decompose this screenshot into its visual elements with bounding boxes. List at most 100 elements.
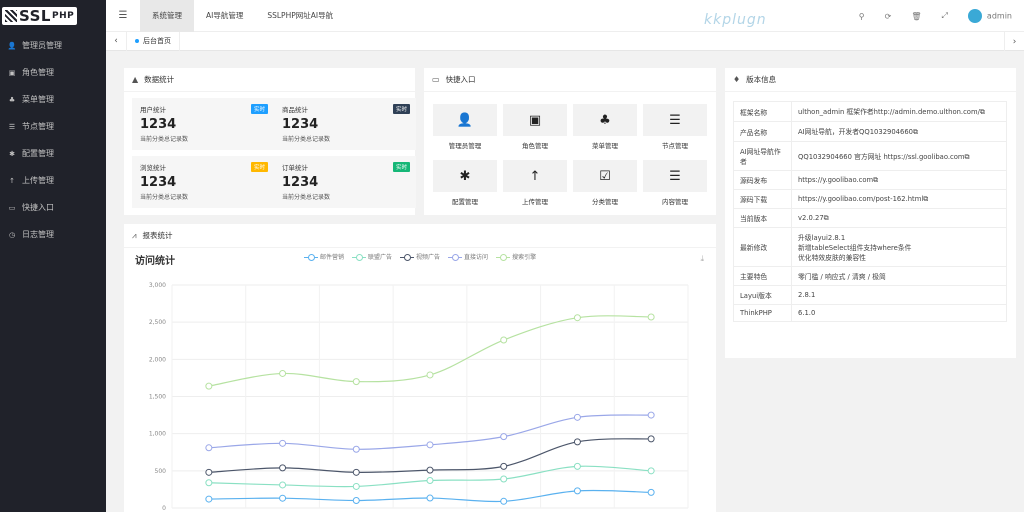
version-table: 框架名称 ulthon_admin 框架作者http://admin.demo.u…	[733, 101, 1007, 322]
stat-value: 1234	[282, 117, 319, 132]
y-tick-label: 1,000	[149, 431, 166, 438]
active-dot	[135, 39, 139, 43]
data-point	[279, 369, 287, 377]
stat-card: 浏览统计 实时 1234 当前分类总记录数	[132, 156, 274, 208]
version-row: 主要特色 零门槛 / 响应式 / 清爽 / 极简	[733, 266, 1007, 286]
data-point	[573, 462, 581, 470]
quick-entry-1[interactable]: ▣ 角色管理	[503, 104, 567, 154]
version-key: 最新修改	[733, 227, 792, 267]
quick-entry-label: 角色管理	[522, 142, 548, 150]
version-row: AI网址导航作者 QQ1032904660 官方网址 https://ssl.go…	[733, 141, 1007, 171]
report-card: ⩘ 报表统计 访问统计 邮件营销 联盟广告 视频广告 直接访问 搜索引擎 ⤓ 0 500 1,…	[124, 224, 716, 512]
stat-desc: 当前分类总记录数	[140, 136, 189, 143]
header-tools: ⚲ ⟳ 🗑 ⤢ admin	[859, 0, 1012, 32]
sidebar-item-3[interactable]: ☰ 节点管理	[0, 113, 106, 140]
stat-title: 用户统计	[140, 106, 166, 114]
stat-card: 用户统计 实时 1234 当前分类总记录数	[132, 98, 274, 150]
watermark: kkplugn	[704, 12, 767, 28]
data-point	[352, 378, 360, 386]
menu-toggle-icon[interactable]: ☰	[106, 0, 140, 32]
quick-entry-label: 内容管理	[662, 198, 688, 206]
version-value: 6.1.0	[791, 304, 1007, 322]
stat-value: 1234	[140, 175, 177, 190]
version-value: 2.8.1	[791, 285, 1007, 305]
header-tab-sslphp-nav[interactable]: SSLPHP网址AI导航	[255, 0, 345, 32]
chevron-right-icon[interactable]: ›	[1004, 32, 1024, 51]
page-tab-home[interactable]: 后台首页	[126, 31, 180, 51]
quick-entry-5[interactable]: ↑ 上传管理	[503, 160, 567, 210]
line-chart: 05001,0001,5002,0002,5003,000周一周二周三周四周五周…	[149, 282, 689, 512]
sidebar-item-label: 上传管理	[22, 176, 54, 185]
data-point	[279, 494, 287, 502]
fullscreen-icon[interactable]: ⤢	[942, 11, 948, 21]
tree-icon: ♣	[8, 95, 16, 104]
sidebar-item-label: 快捷入口	[22, 203, 54, 212]
sidebar-item-label: 管理员管理	[22, 41, 62, 50]
header-tab-ai-nav[interactable]: AI导航管理	[194, 0, 255, 32]
stat-card: 商品统计 实时 1234 当前分类总记录数	[274, 98, 416, 150]
list-icon: ☰	[643, 160, 707, 192]
data-point	[647, 467, 655, 475]
sidebar-item-2[interactable]: ♣ 菜单管理	[0, 86, 106, 113]
stat-title: 商品统计	[282, 106, 308, 114]
version-value: https://y.goolibao.com/post-162.html⧉	[791, 189, 1007, 209]
chevron-left-icon[interactable]: ‹	[106, 32, 126, 51]
avatar	[967, 9, 982, 23]
card-icon: ▭	[432, 75, 440, 84]
stat-desc: 当前分类总记录数	[140, 194, 189, 201]
stat-desc: 当前分类总记录数	[282, 136, 331, 143]
version-row: ThinkPHP 6.1.0	[733, 304, 1007, 322]
user-menu[interactable]: admin	[967, 9, 1012, 23]
upload-icon: ↑	[503, 160, 567, 192]
refresh-icon[interactable]: ⟳	[885, 12, 892, 21]
quick-entry-label: 管理员管理	[448, 142, 482, 150]
data-point	[500, 433, 508, 441]
version-card: ♦ 版本信息 框架名称 ulthon_admin 框架作者http://admin.…	[725, 68, 1016, 358]
version-key: 主要特色	[733, 266, 792, 286]
sidebar-item-label: 节点管理	[22, 122, 54, 131]
version-value: AI网址导航，开发者QQ1032904660⧉	[791, 121, 1007, 142]
version-value: QQ1032904660 官方网址 https://ssl.goolibao.c…	[791, 141, 1007, 171]
quick-entry-4[interactable]: ✱ 配置管理	[433, 160, 497, 210]
version-key: 框架名称	[733, 101, 792, 122]
sidebar-item-6[interactable]: ▭ 快捷入口	[0, 194, 106, 221]
sidebar-item-label: 日志管理	[22, 230, 54, 239]
quick-entry-2[interactable]: ♣ 菜单管理	[573, 104, 637, 154]
version-key: AI网址导航作者	[733, 141, 792, 171]
version-row: 最新修改 升级layui2.8.1 新增tableSelect组件支持where条…	[733, 227, 1007, 267]
sidebar-item-1[interactable]: ▣ 角色管理	[0, 59, 106, 86]
header-tab-system[interactable]: 系统管理	[140, 0, 194, 32]
quick-entry-7[interactable]: ☰ 内容管理	[643, 160, 707, 210]
version-value: 零门槛 / 响应式 / 清爽 / 极简	[791, 266, 1007, 286]
y-tick-label: 2,500	[149, 319, 166, 326]
data-point	[500, 497, 508, 505]
logo-text: SSL	[19, 7, 51, 25]
sidebar-item-0[interactable]: 👤 管理员管理	[0, 32, 106, 59]
quick-title: 快捷入口	[445, 75, 476, 84]
log-icon: ◷	[8, 230, 16, 239]
data-stats-title: 数据统计	[144, 75, 175, 84]
bulb-icon[interactable]: ⚲	[859, 12, 865, 21]
trash-icon[interactable]: 🗑	[911, 12, 921, 21]
sidebar-item-5[interactable]: ↑ 上传管理	[0, 167, 106, 194]
quick-entry-label: 菜单管理	[592, 142, 618, 150]
quick-entry-label: 配置管理	[452, 198, 478, 206]
quick-entry-0[interactable]: 👤 管理员管理	[433, 104, 497, 154]
qr-icon	[5, 10, 17, 22]
stat-value: 1234	[282, 175, 319, 190]
version-value: https://y.goolibao.com⧉	[791, 170, 1007, 190]
data-point	[205, 468, 213, 476]
status-badge: 实时	[250, 104, 268, 114]
logo[interactable]: SSL PHP	[0, 0, 106, 32]
sidebar-item-4[interactable]: ✱ 配置管理	[0, 140, 106, 167]
username: admin	[986, 11, 1012, 21]
data-point	[205, 444, 213, 452]
quick-entry-label: 节点管理	[662, 142, 688, 150]
quick-entry-3[interactable]: ☰ 节点管理	[643, 104, 707, 154]
shortcut-icon: ▭	[8, 203, 16, 212]
data-point	[573, 438, 581, 446]
data-point	[352, 468, 360, 476]
tree-icon: ♣	[573, 104, 637, 136]
quick-entry-6[interactable]: ☑ 分类管理	[573, 160, 637, 210]
sidebar-item-7[interactable]: ◷ 日志管理	[0, 221, 106, 248]
